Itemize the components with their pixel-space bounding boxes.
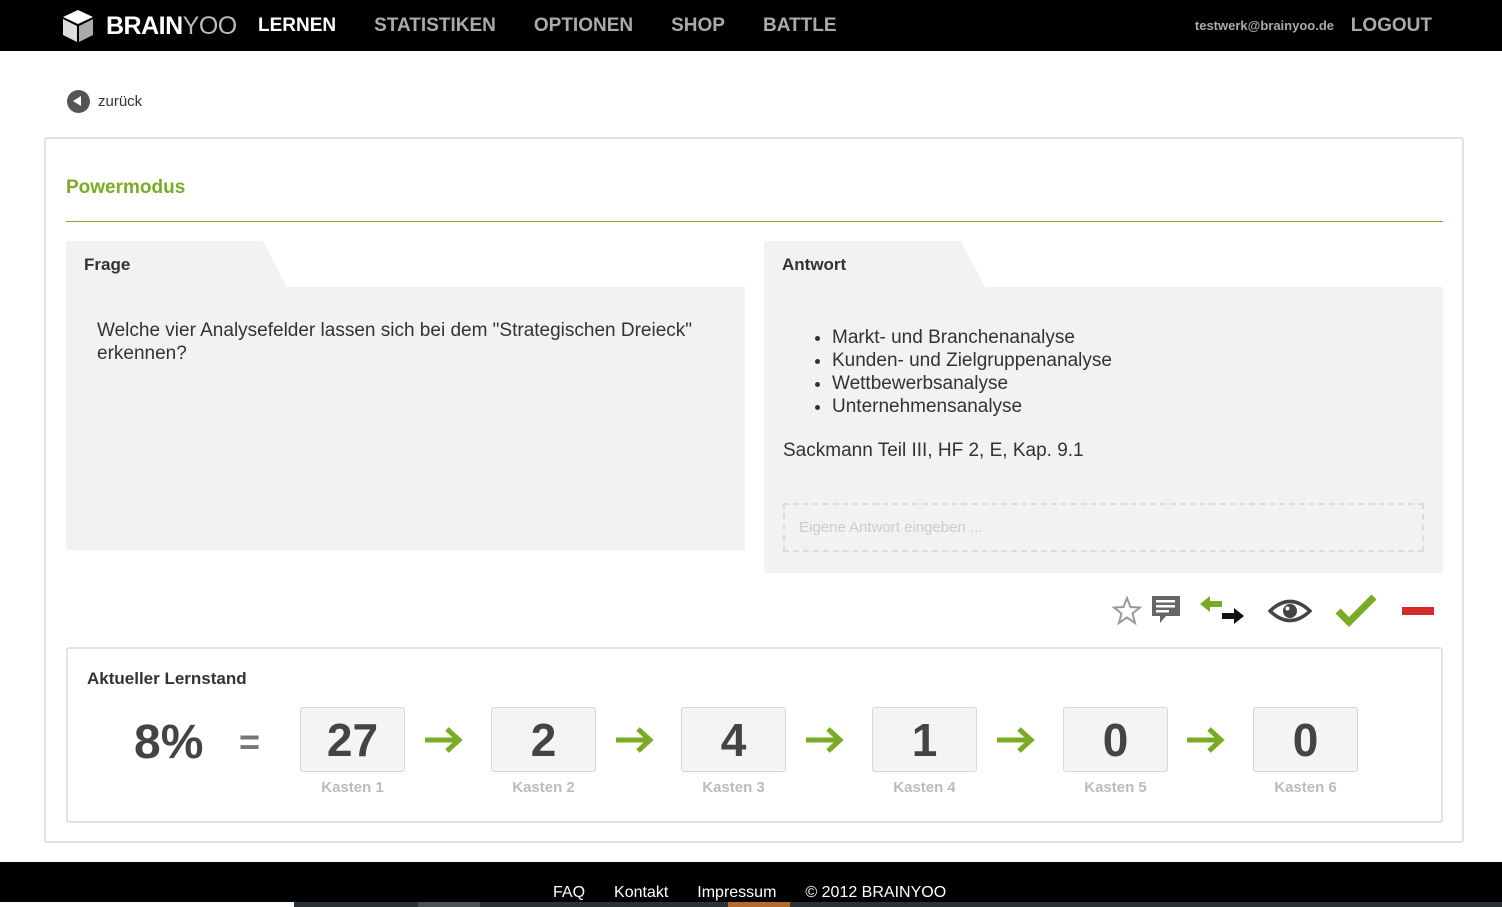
star-icon[interactable] — [1112, 596, 1142, 626]
user-email[interactable]: testwerk@brainyoo.de — [1195, 18, 1334, 33]
footer-link-impressum[interactable]: Impressum — [697, 884, 776, 902]
box-label-3: Kasten 3 — [702, 779, 765, 796]
eye-icon[interactable] — [1268, 596, 1312, 626]
main-nav: LERNEN STATISTIKEN OPTIONEN SHOP BATTLE — [258, 15, 875, 37]
arrow-right-icon — [806, 727, 844, 753]
box-label-4: Kasten 4 — [893, 779, 956, 796]
footer-strip-segment — [790, 902, 1502, 907]
nav-item-shop[interactable]: SHOP — [671, 15, 725, 37]
nav-item-optionen[interactable]: OPTIONEN — [534, 15, 633, 37]
box-label-5: Kasten 5 — [1084, 779, 1147, 796]
arrow-right-icon — [997, 727, 1035, 753]
back-arrow-icon — [67, 90, 90, 113]
answer-list-item: Wettbewerbsanalyse — [832, 372, 1112, 395]
answer-list-item: Kunden- und Zielgruppenanalyse — [832, 349, 1112, 372]
status-title: Aktueller Lernstand — [87, 669, 247, 688]
answer-list: Markt- und Branchenanalyse Kunden- und Z… — [832, 326, 1112, 418]
logout-button[interactable]: LOGOUT — [1351, 15, 1432, 37]
swap-icon[interactable] — [1200, 594, 1246, 630]
learning-card: Powermodus Frage Welche vier Analysefeld… — [44, 137, 1464, 843]
footer-links: FAQ Kontakt Impressum © 2012 BRAINYOO — [553, 884, 975, 902]
footer-copyright: © 2012 BRAINYOO — [805, 884, 947, 901]
question-tab: Frage — [66, 241, 287, 287]
box-label-2: Kasten 2 — [512, 779, 575, 796]
arrow-right-icon — [1187, 727, 1225, 753]
minus-icon[interactable] — [1400, 604, 1436, 618]
equals-sign: = — [239, 721, 261, 762]
answer-panel: Markt- und Branchenanalyse Kunden- und Z… — [764, 287, 1443, 573]
footer-strip-segment — [728, 902, 790, 907]
footer-link-kontakt[interactable]: Kontakt — [614, 884, 668, 902]
nav-item-battle[interactable]: BATTLE — [763, 15, 837, 37]
comment-icon[interactable] — [1150, 594, 1182, 626]
check-icon[interactable] — [1334, 594, 1378, 628]
footer-strip-segment — [480, 902, 728, 907]
brainyoo-logo[interactable]: BRAINYOO — [62, 9, 237, 43]
footer-strip-segment — [294, 902, 418, 907]
answer-tab: Antwort — [764, 241, 985, 287]
mode-title: Powermodus — [66, 177, 186, 198]
progress-percent: 8% — [134, 716, 204, 769]
answer-source: Sackmann Teil III, HF 2, E, Kap. 9.1 — [783, 440, 1084, 461]
answer-list-item: Markt- und Branchenanalyse — [832, 326, 1112, 349]
box-count-4: 1 — [872, 707, 977, 772]
back-label: zurück — [98, 93, 143, 110]
box-count-5: 0 — [1063, 707, 1168, 772]
answer-list-item: Unternehmensanalyse — [832, 395, 1112, 418]
footer-strip-segment — [418, 902, 480, 907]
footer: FAQ Kontakt Impressum © 2012 BRAINYOO — [0, 862, 1502, 907]
arrow-right-icon — [425, 727, 463, 753]
box-count-1: 27 — [300, 707, 405, 772]
box-count-6: 0 — [1253, 707, 1358, 772]
box-count-3: 4 — [681, 707, 786, 772]
footer-strip-segment — [0, 902, 294, 907]
back-link[interactable]: zurück — [67, 90, 142, 113]
box-count-2: 2 — [491, 707, 596, 772]
arrow-right-icon — [616, 727, 654, 753]
learning-status: Aktueller Lernstand 8% = 27 Kasten 1 2 K… — [66, 647, 1443, 823]
question-text: Welche vier Analysefelder lassen sich be… — [97, 320, 693, 364]
mode-divider — [66, 221, 1443, 222]
box-label-6: Kasten 6 — [1274, 779, 1337, 796]
top-navbar: BRAINYOO LERNEN STATISTIKEN OPTIONEN SHO… — [0, 0, 1502, 51]
logo-box-icon — [63, 10, 93, 42]
nav-item-lernen[interactable]: LERNEN — [258, 15, 336, 37]
box-label-1: Kasten 1 — [321, 779, 384, 796]
question-panel: Welche vier Analysefelder lassen sich be… — [66, 287, 745, 550]
nav-item-statistiken[interactable]: STATISTIKEN — [374, 15, 496, 37]
logo-text: BRAINYOO — [106, 11, 237, 40]
footer-link-faq[interactable]: FAQ — [553, 884, 585, 902]
own-answer-input[interactable] — [783, 503, 1424, 552]
